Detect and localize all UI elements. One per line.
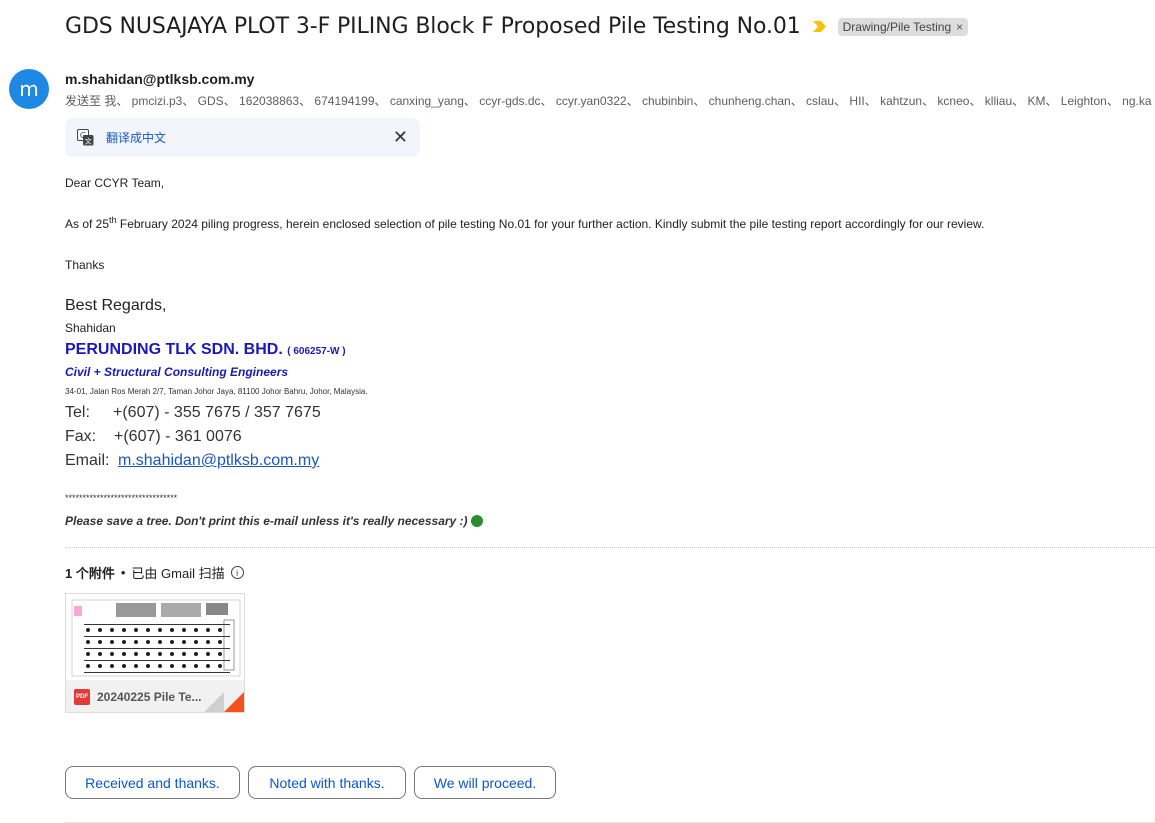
tel-label: Tel:	[65, 404, 90, 421]
email-subject-row: GDS NUSAJAYA PLOT 3-F PILING Block F Pro…	[65, 14, 969, 39]
sig-regards: Best Regards,	[65, 297, 167, 314]
company-name: PERUNDING TLK SDN. BHD.	[65, 341, 283, 358]
attachment-count: 1 个附件	[65, 566, 115, 581]
translate-bar: G 文 翻译成中文 ✕	[65, 118, 420, 157]
company-reg: ( 606257-W )	[287, 346, 346, 357]
body-paragraph: As of 25th February 2024 piling progress…	[65, 215, 984, 231]
label-chip-text: Drawing/Pile Testing	[842, 19, 952, 34]
translate-icon: G 文	[77, 129, 94, 146]
close-icon[interactable]: ✕	[393, 127, 408, 147]
para-post: February 2024 piling progress, herein en…	[116, 217, 985, 231]
para-sup: th	[109, 215, 117, 225]
scan-note: 已由 Gmail 扫描	[131, 566, 225, 581]
fold-shadow	[204, 692, 224, 712]
sig-tagline: Civil + Structural Consulting Engineers	[65, 365, 289, 379]
remove-label-icon[interactable]: ×	[956, 20, 963, 34]
sender-email[interactable]: m.shahidan@ptlksb.com.my	[65, 71, 254, 87]
tree-note-text: Please save a tree. Don't print this e-m…	[65, 514, 468, 528]
sig-company: PERUNDING TLK SDN. BHD. ( 606257-W )	[65, 341, 346, 359]
label-chip[interactable]: Drawing/Pile Testing ×	[837, 17, 969, 36]
tree-note: Please save a tree. Don't print this e-m…	[65, 514, 483, 528]
fax-value: +(607) - 361 0076	[114, 428, 242, 445]
sender-avatar[interactable]: m	[9, 69, 49, 109]
greeting: Dear CCYR Team,	[65, 176, 165, 190]
svg-text:文: 文	[85, 137, 92, 146]
attachments-header: 1 个附件 • 已由 Gmail 扫描 i	[65, 563, 244, 582]
page-fold-icon	[224, 692, 244, 712]
email-subject: GDS NUSAJAYA PLOT 3-F PILING Block F Pro…	[65, 14, 801, 39]
email-label: Email:	[65, 452, 110, 469]
attachment-name: 20240225 Pile Te...	[97, 690, 202, 704]
sig-fax: Fax: +(607) - 361 0076	[65, 428, 242, 446]
translate-link[interactable]: 翻译成中文	[106, 129, 166, 146]
sig-tel: Tel: +(607) - 355 7675 / 357 7675	[65, 404, 321, 422]
globe-icon	[470, 515, 483, 527]
smart-reply-proceed[interactable]: We will proceed.	[414, 766, 556, 799]
attachment-thumbnail	[66, 594, 244, 680]
pdf-icon: PDF	[74, 689, 90, 705]
para-pre: As of 25	[65, 217, 110, 231]
fax-label: Fax:	[65, 428, 97, 445]
sig-stars: ********************************	[65, 493, 178, 503]
smart-reply-received[interactable]: Received and thanks.	[65, 766, 240, 799]
thanks-line: Thanks	[65, 258, 105, 272]
email-link[interactable]: m.shahidan@ptlksb.com.my	[118, 452, 319, 469]
recipients-line[interactable]: 发送至 我、 pmcizi.p3、 GDS、 162038863、 674194…	[65, 92, 1155, 109]
divider	[65, 547, 1155, 548]
info-icon[interactable]: i	[230, 566, 244, 579]
tel-value: +(607) - 355 7675 / 357 7675	[113, 404, 321, 421]
smart-reply-noted[interactable]: Noted with thanks.	[248, 766, 406, 799]
sig-address: 34-01, Jalan Ros Merah 2/7, Taman Johor …	[65, 387, 368, 396]
sig-email: Email: m.shahidan@ptlksb.com.my	[65, 452, 319, 470]
important-marker-icon[interactable]	[812, 21, 826, 32]
separator: •	[120, 565, 126, 580]
attachment-card[interactable]: PDF 20240225 Pile Te...	[65, 593, 245, 713]
sig-name: Shahidan	[65, 321, 116, 335]
